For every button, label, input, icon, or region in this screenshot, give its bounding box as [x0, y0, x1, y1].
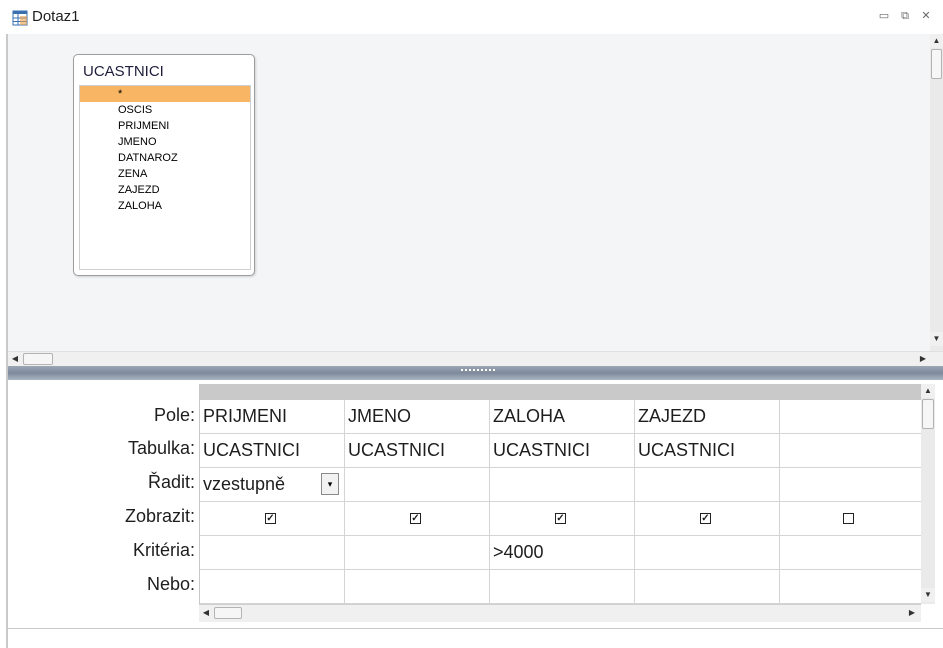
- grid-cell-text: UCASTNICI: [203, 440, 301, 460]
- scroll-thumb[interactable]: [214, 607, 242, 619]
- grid-cell-radit[interactable]: [780, 468, 922, 502]
- pane-splitter[interactable]: [8, 366, 943, 380]
- table-title: UCASTNICI: [83, 63, 164, 80]
- query-design-window: Dotaz1 ▭ ⧉ ✕ UCASTNICI * OSCIS PRIJMENI JME…: [0, 0, 943, 648]
- field-item[interactable]: ZALOHA: [80, 198, 250, 214]
- scroll-left-icon[interactable]: ◀: [199, 606, 213, 620]
- field-item[interactable]: ZAJEZD: [80, 182, 250, 198]
- show-checkbox[interactable]: [843, 513, 854, 524]
- grid-cell-tabulka[interactable]: UCASTNICI: [490, 434, 635, 468]
- field-item[interactable]: PRIJMENI: [80, 118, 250, 134]
- query-design-grid: PRIJMENI UCASTNICI vzestupně ▾ ✓ JMENO UCASTNI…: [199, 384, 923, 604]
- grid-cell-text: JMENO: [348, 406, 411, 426]
- show-checkbox[interactable]: ✓: [410, 513, 421, 524]
- grid-cell-kriteria[interactable]: [345, 536, 490, 570]
- upper-vertical-scrollbar[interactable]: ▲ ▼: [930, 34, 943, 351]
- sort-dropdown-icon[interactable]: ▾: [321, 473, 339, 495]
- grid-cell-text: >4000: [493, 542, 544, 562]
- scroll-right-icon[interactable]: ▶: [916, 352, 930, 366]
- grid-cell-nebo[interactable]: [635, 570, 780, 604]
- window-bottom-border: [8, 628, 943, 629]
- grid-cell-tabulka[interactable]: [780, 434, 922, 468]
- grid-horizontal-scrollbar[interactable]: ◀ ▶: [199, 604, 921, 622]
- row-label-tabulka: Tabulka:: [127, 438, 195, 458]
- row-label-kriteria: Kritéria:: [132, 540, 195, 560]
- scroll-left-icon[interactable]: ◀: [8, 352, 22, 366]
- show-checkbox[interactable]: ✓: [555, 513, 566, 524]
- grid-cell-text: UCASTNICI: [348, 440, 446, 460]
- scroll-thumb[interactable]: [931, 49, 942, 79]
- grid-cell-tabulka[interactable]: UCASTNICI: [635, 434, 780, 468]
- grid-cell-pole[interactable]: JMENO: [345, 400, 490, 434]
- grid-cell-nebo[interactable]: [345, 570, 490, 604]
- grid-cell-zobrazit[interactable]: ✓: [345, 502, 490, 536]
- scroll-right-icon[interactable]: ▶: [905, 606, 919, 620]
- scroll-up-icon[interactable]: ▲: [930, 34, 943, 48]
- field-item[interactable]: DATNAROZ: [80, 150, 250, 166]
- table-diagram-pane[interactable]: UCASTNICI * OSCIS PRIJMENI JMENO DATNAROZ ZEN…: [8, 34, 930, 351]
- row-label-zobrazit: Zobrazit:: [124, 506, 195, 526]
- column-selector[interactable]: [200, 384, 346, 400]
- grid-cell-text: vzestupně: [203, 474, 286, 494]
- scroll-down-icon[interactable]: ▼: [930, 332, 943, 346]
- grid-cell-kriteria[interactable]: [200, 536, 345, 570]
- column-selector[interactable]: [780, 384, 923, 400]
- grid-cell-text: ZALOHA: [493, 406, 566, 426]
- grid-cell-tabulka[interactable]: UCASTNICI: [200, 434, 345, 468]
- close-button[interactable]: ✕: [919, 10, 933, 22]
- grid-cell-radit[interactable]: vzestupně ▾: [200, 468, 345, 502]
- grid-vertical-scrollbar[interactable]: ▲ ▼: [921, 384, 935, 604]
- grid-cell-pole[interactable]: ZALOHA: [490, 400, 635, 434]
- field-item[interactable]: OSCIS: [80, 102, 250, 118]
- grid-cell-zobrazit[interactable]: ✓: [635, 502, 780, 536]
- column-selector[interactable]: [345, 384, 491, 400]
- grid-cell-zobrazit[interactable]: ✓: [200, 502, 345, 536]
- grid-cell-radit[interactable]: [345, 468, 490, 502]
- grid-cell-pole[interactable]: ZAJEZD: [635, 400, 780, 434]
- grid-cell-radit[interactable]: [490, 468, 635, 502]
- grid-cell-kriteria[interactable]: [635, 536, 780, 570]
- scroll-up-icon[interactable]: ▲: [921, 384, 935, 398]
- grid-cell-text: ZAJEZD: [638, 406, 707, 426]
- row-label-nebo: Nebo:: [146, 574, 195, 594]
- scroll-thumb[interactable]: [922, 399, 934, 429]
- field-list[interactable]: * OSCIS PRIJMENI JMENO DATNAROZ ZENA ZAJEZD ZAL…: [79, 85, 251, 270]
- grid-cell-nebo[interactable]: [780, 570, 922, 604]
- row-label-pole: Pole:: [153, 405, 195, 425]
- query-icon: [12, 10, 28, 26]
- grid-cell-zobrazit[interactable]: [780, 502, 922, 536]
- grid-cell-zobrazit[interactable]: ✓: [490, 502, 635, 536]
- column-selector[interactable]: [635, 384, 781, 400]
- grid-cell-text: PRIJMENI: [203, 406, 288, 426]
- table-field-list[interactable]: UCASTNICI * OSCIS PRIJMENI JMENO DATNAROZ ZEN…: [73, 54, 255, 276]
- scroll-down-icon[interactable]: ▼: [921, 588, 935, 602]
- grid-cell-text: UCASTNICI: [638, 440, 736, 460]
- show-checkbox[interactable]: ✓: [700, 513, 711, 524]
- row-label-radit: Řadit:: [147, 472, 195, 492]
- upper-horizontal-scrollbar[interactable]: ◀ ▶: [8, 351, 943, 367]
- field-item[interactable]: JMENO: [80, 134, 250, 150]
- window-title: Dotaz1: [32, 8, 80, 25]
- grid-cell-pole[interactable]: PRIJMENI: [200, 400, 345, 434]
- field-item[interactable]: ZENA: [80, 166, 250, 182]
- grid-cell-nebo[interactable]: [490, 570, 635, 604]
- grid-cell-radit[interactable]: [635, 468, 780, 502]
- grid-cell-pole[interactable]: [780, 400, 922, 434]
- grid-cell-kriteria[interactable]: [780, 536, 922, 570]
- show-checkbox[interactable]: ✓: [265, 513, 276, 524]
- grid-cell-kriteria[interactable]: >4000: [490, 536, 635, 570]
- field-item[interactable]: *: [80, 86, 250, 102]
- splitter-grip-icon[interactable]: [461, 369, 495, 373]
- grid-cell-text: UCASTNICI: [493, 440, 591, 460]
- title-bar: Dotaz1 ▭ ⧉ ✕: [0, 0, 943, 34]
- grid-cell-nebo[interactable]: [200, 570, 345, 604]
- minimize-button[interactable]: ▭: [877, 10, 891, 22]
- column-selector[interactable]: [490, 384, 636, 400]
- scroll-thumb[interactable]: [23, 353, 53, 365]
- restore-button[interactable]: ⧉: [898, 10, 912, 22]
- grid-cell-tabulka[interactable]: UCASTNICI: [345, 434, 490, 468]
